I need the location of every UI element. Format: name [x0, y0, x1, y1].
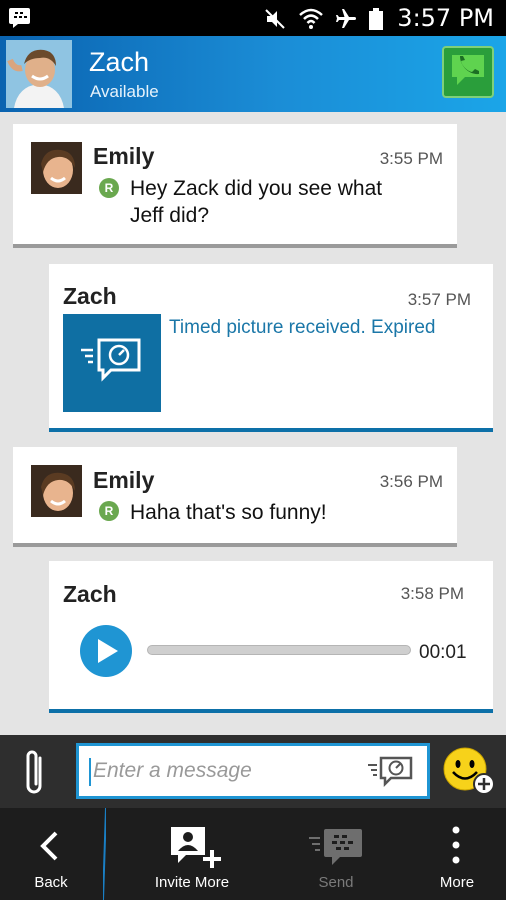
message-bubble-incoming[interactable]: Emily 3:56 PM R Haha that's so funny!	[13, 447, 457, 547]
overflow-menu-icon	[452, 826, 460, 868]
emoticon-button[interactable]	[443, 747, 497, 802]
send-button[interactable]: Send	[276, 808, 396, 900]
play-icon	[98, 639, 118, 668]
sender-name: Emily	[93, 143, 155, 169]
more-button[interactable]: More	[408, 808, 506, 900]
message-bubble-incoming[interactable]: Emily 3:55 PM R Hey Zack did you see wha…	[13, 124, 457, 248]
message-input[interactable]: Enter a message	[76, 743, 430, 799]
send-bbm-icon	[308, 828, 364, 872]
sender-avatar	[31, 465, 82, 517]
message-bubble-outgoing[interactable]: Zach 3:57 PM Timed picture received. Exp…	[49, 264, 493, 432]
back-label: Back	[34, 874, 68, 891]
timed-picture-status: Timed picture received. Expired	[169, 317, 436, 338]
message-time: 3:58 PM	[400, 584, 464, 603]
timed-message-icon	[79, 336, 145, 395]
contact-name: Zach	[89, 47, 150, 77]
read-receipt-badge: R	[99, 178, 119, 198]
bbm-notification-icon	[8, 7, 32, 34]
more-label: More	[439, 874, 475, 891]
message-text: Jeff did?	[130, 204, 210, 227]
battery-icon	[368, 7, 384, 36]
voice-call-button[interactable]	[442, 46, 494, 98]
sender-avatar	[31, 142, 82, 194]
message-text: Hey Zack did you see what	[130, 177, 383, 200]
audio-duration: 00:01	[419, 642, 467, 663]
read-receipt-badge: R	[99, 501, 119, 521]
phone-chat-icon	[449, 52, 487, 93]
contact-avatar[interactable]	[6, 40, 72, 108]
airplane-icon	[334, 7, 358, 36]
message-text: Haha that's so funny!	[130, 501, 327, 524]
attach-button[interactable]	[20, 748, 50, 803]
chat-header[interactable]: Zach Available	[0, 36, 506, 112]
audio-progress-track[interactable]	[147, 645, 411, 655]
message-time: 3:56 PM	[379, 472, 443, 491]
play-button[interactable]	[80, 625, 132, 677]
contact-status: Available	[90, 82, 159, 101]
wifi-icon	[298, 7, 324, 36]
message-bubble-outgoing[interactable]: Zach 3:58 PM 00:01	[49, 561, 493, 713]
conversation-area[interactable]: Emily 3:55 PM R Hey Zack did you see wha…	[0, 112, 506, 735]
status-bar: 3:57 PM	[0, 0, 506, 36]
back-button[interactable]: Back	[0, 808, 102, 900]
invite-more-button[interactable]: Invite More	[128, 808, 256, 900]
send-label: Send	[318, 874, 354, 891]
invite-more-label: Invite More	[154, 874, 230, 891]
message-placeholder: Enter a message	[93, 759, 252, 782]
message-time: 3:57 PM	[407, 290, 471, 309]
message-time: 3:55 PM	[379, 149, 443, 168]
chevron-left-icon	[38, 830, 60, 866]
timed-message-button[interactable]	[367, 755, 415, 794]
add-contact-icon	[170, 826, 222, 874]
composer-bar: Enter a message	[0, 735, 506, 808]
timed-picture-thumbnail[interactable]	[63, 314, 161, 412]
status-time: 3:57 PM	[397, 4, 494, 32]
sender-name: Zach	[63, 283, 117, 309]
text-cursor	[89, 758, 91, 786]
sender-name: Emily	[93, 467, 155, 493]
mute-icon	[264, 7, 288, 36]
sender-name: Zach	[63, 581, 117, 607]
action-bar: Back Invite More Send More	[0, 808, 506, 900]
action-bar-divider	[103, 808, 106, 900]
